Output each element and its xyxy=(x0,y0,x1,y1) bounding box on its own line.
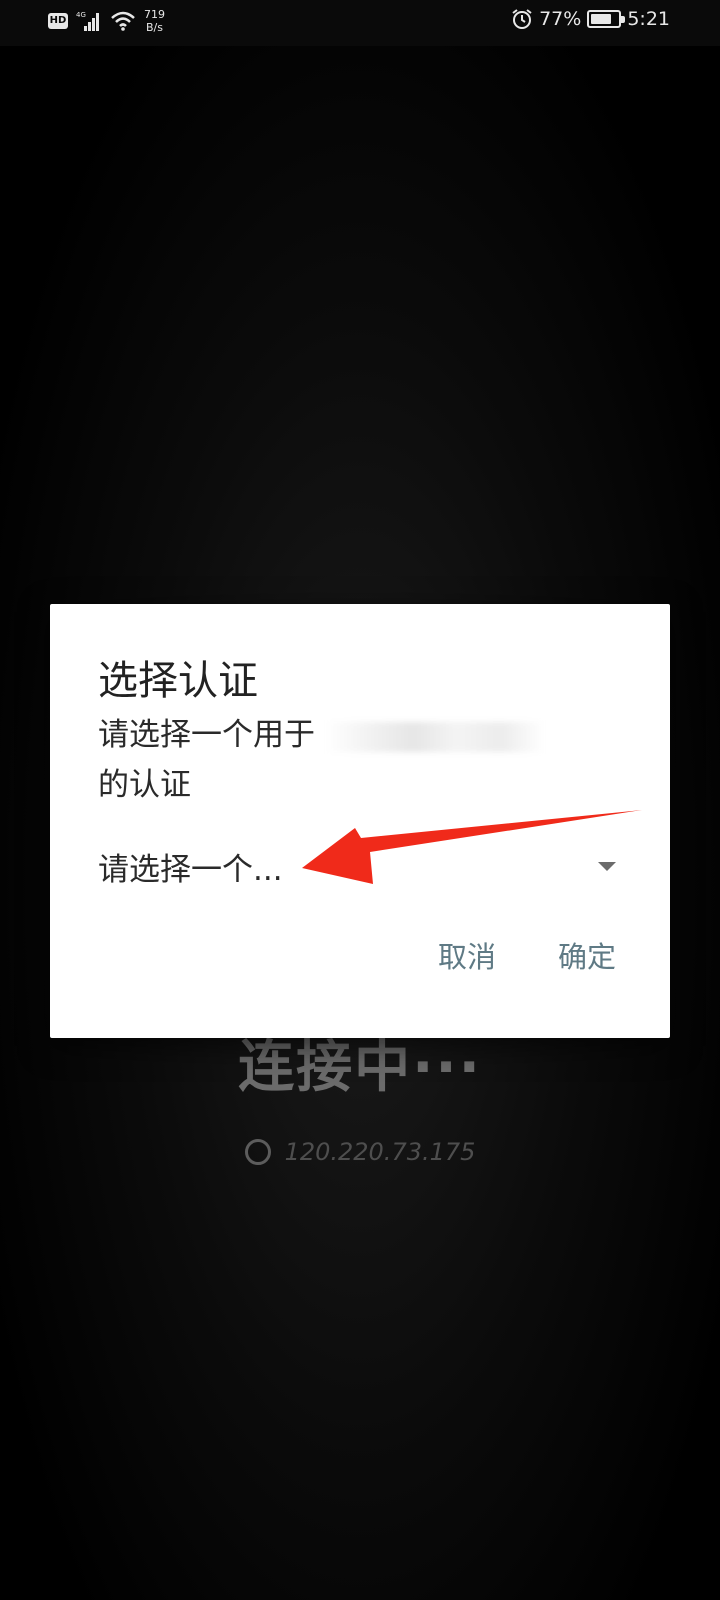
dialog-message-line2: 的认证 xyxy=(98,767,191,803)
network-speed: 719 B/s xyxy=(144,8,165,34)
address-row: 120.220.73.175 xyxy=(0,1138,720,1166)
status-bar: HD 4G 719 B/s 77% 5:21 xyxy=(0,0,720,46)
dialog-title: 选择认证 xyxy=(98,658,258,704)
cancel-button[interactable]: 取消 xyxy=(438,934,496,976)
certificate-select-value: 请选择一个... xyxy=(98,851,283,888)
battery-level xyxy=(591,14,612,24)
dialog-message: 请选择一个用于 的认证 xyxy=(98,710,638,810)
clock: 5:21 xyxy=(627,8,670,30)
status-bar-right: 77% 5:21 xyxy=(511,8,670,30)
alarm-icon xyxy=(512,9,532,29)
dialog-message-line1: 请选择一个用于 xyxy=(98,717,315,753)
loading-spinner-icon xyxy=(244,1139,271,1165)
redacted-host xyxy=(325,721,545,752)
server-address: 120.220.73.175 xyxy=(284,1138,476,1166)
dialog-actions: 取消 确定 xyxy=(438,934,616,976)
select-certificate-dialog: 选择认证 请选择一个用于 的认证 请选择一个... 取消 确定 xyxy=(50,604,670,1038)
signal-icon: 4G xyxy=(76,11,99,31)
battery-percent: 77% xyxy=(539,8,582,30)
certificate-select[interactable]: 请选择一个... xyxy=(98,834,628,898)
svg-text:4G: 4G xyxy=(76,11,86,19)
status-bar-left: HD 4G 719 B/s xyxy=(48,8,165,34)
battery-icon xyxy=(587,10,626,28)
confirm-button[interactable]: 确定 xyxy=(558,934,616,976)
battery-tip xyxy=(621,16,626,23)
network-speed-value: 719 xyxy=(144,8,165,21)
network-speed-unit: B/s xyxy=(146,21,163,34)
screen: HD 4G 719 B/s 77% 5:21 连接中··· 120.220.73… xyxy=(0,0,720,1600)
hd-icon: HD xyxy=(48,13,68,29)
dropdown-arrow-icon xyxy=(598,861,616,871)
wifi-icon xyxy=(111,11,135,31)
